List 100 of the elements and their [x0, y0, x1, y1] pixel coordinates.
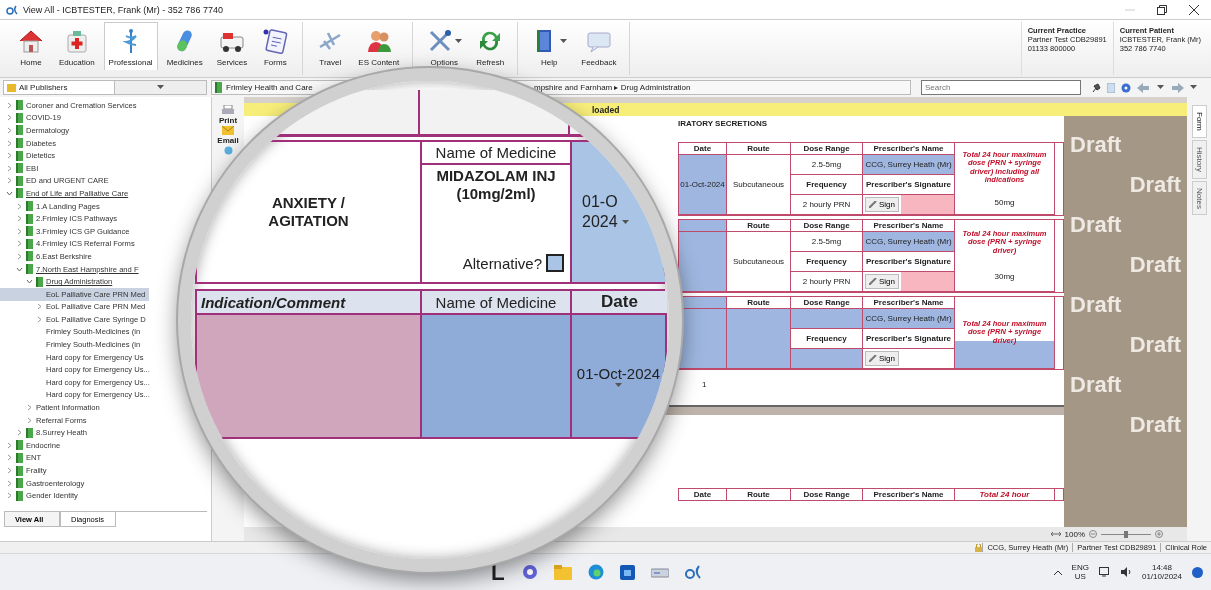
back-arrow-icon[interactable]	[1137, 82, 1151, 93]
globe-icon[interactable]	[223, 146, 233, 155]
checkbox-label: Alternative?	[462, 254, 542, 272]
date-field[interactable]: 01-Oct-2024	[572, 315, 667, 437]
ribbon-button[interactable]: ES Content	[353, 22, 405, 71]
checkbox[interactable]	[546, 254, 564, 272]
column-header: Route	[727, 489, 791, 500]
ribbon-button[interactable]: Refresh	[471, 22, 510, 71]
chevron-down-icon[interactable]	[26, 278, 33, 286]
lock-icon	[975, 543, 983, 552]
store-icon[interactable]	[620, 564, 635, 580]
publisher-dropdown[interactable]: All Publishers	[3, 80, 207, 95]
chevron-right-icon[interactable]	[26, 416, 33, 424]
folder-icon[interactable]	[554, 564, 572, 580]
drive-icon[interactable]	[651, 566, 669, 578]
input-cell[interactable]	[791, 309, 863, 329]
chevron-right-icon[interactable]	[6, 139, 13, 147]
chevron-right-icon[interactable]	[6, 164, 13, 172]
date-text: 01-O	[582, 192, 619, 212]
chevron-right-icon[interactable]	[16, 215, 23, 223]
fit-width-icon[interactable]	[1050, 530, 1061, 538]
ribbon-button[interactable]: Medicines	[161, 22, 208, 71]
chevron-right-icon[interactable]	[6, 479, 13, 487]
chevron-down-icon[interactable]	[6, 189, 13, 197]
language-text: ENG	[1071, 563, 1089, 572]
chevron-right-icon[interactable]	[6, 441, 13, 449]
chevron-right-icon[interactable]	[16, 227, 23, 235]
side-tab[interactable]: Form	[1191, 105, 1207, 138]
comment-cell[interactable]	[197, 315, 422, 437]
notification-icon[interactable]	[1192, 566, 1203, 578]
chevron-right-icon[interactable]	[6, 127, 13, 134]
chevron-right-icon[interactable]	[6, 467, 13, 474]
column-header: Name of Medicine	[422, 142, 570, 165]
pen-icon	[869, 355, 877, 362]
caret-icon	[156, 85, 164, 90]
sign-button[interactable]: Sign	[865, 351, 899, 366]
medicine-cell[interactable]	[422, 315, 572, 437]
ribbon-button[interactable]: Home	[12, 22, 50, 71]
pen-icon	[869, 201, 877, 208]
chevron-right-icon[interactable]	[6, 152, 13, 160]
envelope-icon[interactable]	[222, 126, 234, 135]
sign-button[interactable]: Sign	[865, 274, 899, 289]
folder-icon	[7, 83, 16, 92]
ribbon-button[interactable]: Options	[421, 22, 468, 71]
restore-icon[interactable]	[1157, 4, 1167, 15]
chevron-right-icon[interactable]	[16, 252, 23, 260]
printer-icon[interactable]	[222, 105, 234, 115]
close-icon[interactable]	[1189, 4, 1199, 15]
prescriber-dropdown[interactable]: CCG, Surrey Heath (Mr)	[863, 309, 955, 329]
app-logo-icon[interactable]	[685, 565, 703, 579]
input-cell[interactable]	[727, 309, 791, 369]
side-tab[interactable]: History	[1191, 139, 1207, 179]
chevron-right-icon[interactable]	[26, 404, 33, 412]
ribbon-button[interactable]: Feedback	[576, 22, 622, 71]
chevron-up-icon[interactable]	[1053, 569, 1062, 575]
zoom-slider-thumb[interactable]	[1124, 530, 1128, 538]
chevron-down-icon[interactable]	[16, 265, 23, 273]
speaker-icon[interactable]	[1120, 567, 1132, 577]
browser-icon[interactable]	[588, 564, 604, 580]
side-tab[interactable]: Notes	[1191, 180, 1207, 216]
chevron-right-icon[interactable]	[6, 101, 13, 109]
chevron-right-icon[interactable]	[6, 492, 13, 500]
column-header: Route	[727, 220, 791, 232]
chevron-right-icon[interactable]	[6, 454, 13, 462]
ribbon-button[interactable]: Forms	[256, 22, 295, 71]
ribbon-button[interactable]: Travel	[311, 22, 350, 71]
chat-icon[interactable]	[522, 564, 538, 580]
app-icon[interactable]	[492, 564, 506, 580]
zoom-in-icon[interactable]	[1155, 530, 1163, 538]
chevron-right-icon[interactable]	[16, 429, 23, 437]
chevron-right-icon[interactable]	[16, 240, 23, 248]
chevron-right-icon[interactable]	[36, 315, 43, 323]
dropdown-caret-icon	[615, 383, 622, 388]
table-cell: 2 hourly PRN	[791, 195, 863, 215]
prescriber-dropdown[interactable]: CCG, Surrey Heath (Mr)	[863, 232, 955, 252]
section-title: IRATORY SECRETIONS	[678, 119, 769, 128]
ribbon-button[interactable]: Services	[211, 22, 253, 71]
pin-icon[interactable]	[1091, 82, 1101, 93]
chevron-right-icon[interactable]	[36, 303, 43, 311]
document-icon[interactable]	[1107, 82, 1115, 93]
book-icon	[26, 251, 33, 262]
chevron-right-icon[interactable]	[6, 177, 13, 185]
chevron-right-icon[interactable]	[16, 202, 23, 210]
forward-arrow-icon[interactable]	[1170, 82, 1184, 93]
book-icon	[16, 125, 23, 136]
input-cell[interactable]	[791, 349, 863, 369]
zoom-value: 100%	[1064, 529, 1085, 539]
table-cell: Subcutaneous	[727, 155, 791, 215]
network-icon[interactable]	[1098, 567, 1111, 577]
column-header: Prescriber's Name	[863, 297, 955, 309]
sign-button[interactable]: Sign	[865, 197, 899, 212]
search-field[interactable]: Search	[921, 80, 1081, 95]
app-logo-icon	[6, 4, 20, 15]
ribbon-button[interactable]: Help	[526, 22, 573, 71]
ribbon-button[interactable]: Professional	[103, 22, 158, 70]
column-header: Dose Range	[791, 297, 863, 309]
chevron-right-icon[interactable]	[6, 114, 13, 122]
ribbon-button[interactable]: Education	[54, 22, 100, 71]
zoom-out-icon[interactable]	[1089, 530, 1097, 538]
prescriber-dropdown[interactable]: CCG, Surrey Heath (Mr)	[863, 155, 955, 175]
